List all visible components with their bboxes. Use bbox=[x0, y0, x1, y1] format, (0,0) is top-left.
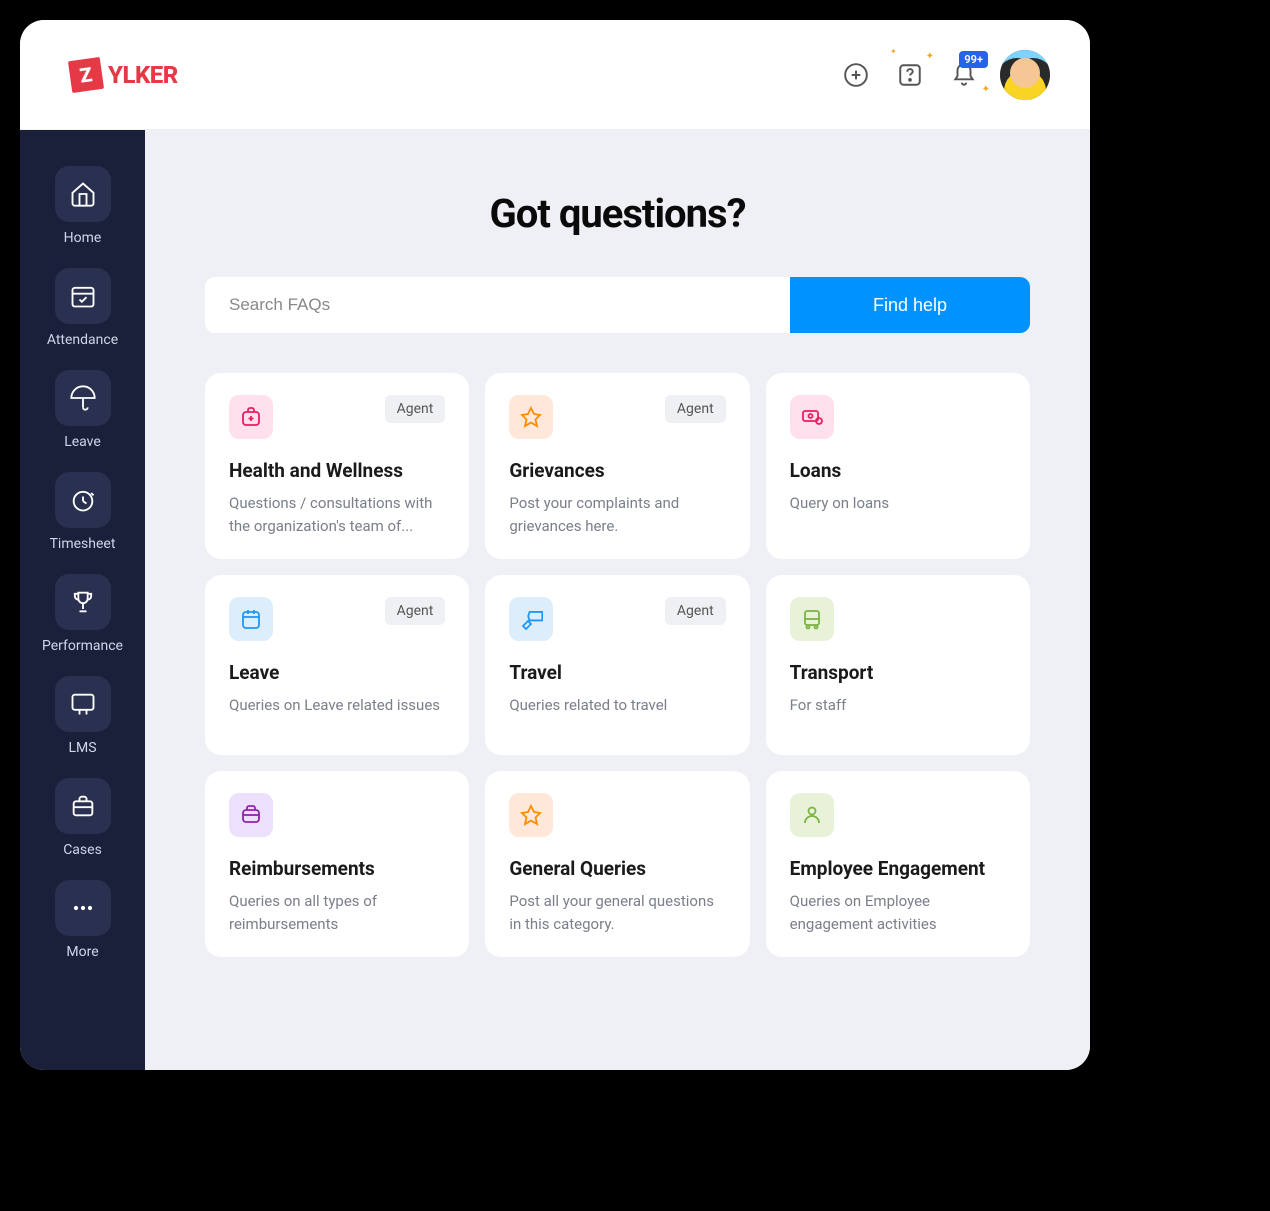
card-title: Employee Engagement bbox=[790, 857, 1006, 880]
header: Z YLKER 99+ bbox=[20, 20, 1090, 130]
sidebar-item-performance[interactable]: Performance bbox=[20, 568, 145, 660]
board-icon bbox=[55, 676, 111, 732]
person-icon bbox=[790, 793, 834, 837]
card-desc: Queries related to travel bbox=[509, 694, 725, 717]
sidebar-item-label: Home bbox=[64, 230, 102, 246]
card-title: Travel bbox=[509, 661, 725, 684]
card-reimbursements[interactable]: Reimbursements Queries on all types of r… bbox=[205, 771, 469, 957]
card-health-wellness[interactable]: Agent Health and Wellness Questions / co… bbox=[205, 373, 469, 559]
avatar[interactable] bbox=[1000, 50, 1050, 100]
search-bar: Find help bbox=[205, 277, 1030, 333]
clock-icon bbox=[55, 472, 111, 528]
calendar-check-icon bbox=[55, 268, 111, 324]
body: Home Attendance Leave Timesheet bbox=[20, 130, 1090, 1070]
money-icon bbox=[790, 395, 834, 439]
wallet-icon bbox=[229, 793, 273, 837]
card-desc: Questions / consultations with the organ… bbox=[229, 492, 445, 537]
briefcase-icon bbox=[55, 778, 111, 834]
card-title: Loans bbox=[790, 459, 1006, 482]
more-icon bbox=[55, 880, 111, 936]
card-desc: Queries on Employee engagement activitie… bbox=[790, 890, 1006, 935]
agent-tag: Agent bbox=[385, 597, 446, 625]
agent-tag: Agent bbox=[665, 395, 726, 423]
header-actions: 99+ bbox=[838, 50, 1050, 100]
card-desc: Post your complaints and grievances here… bbox=[509, 492, 725, 537]
trophy-icon bbox=[55, 574, 111, 630]
card-title: Transport bbox=[790, 661, 1006, 684]
card-title: General Queries bbox=[509, 857, 725, 880]
medkit-icon bbox=[229, 395, 273, 439]
sidebar-item-leave[interactable]: Leave bbox=[20, 364, 145, 456]
card-general-queries[interactable]: General Queries Post all your general qu… bbox=[485, 771, 749, 957]
find-help-button[interactable]: Find help bbox=[790, 277, 1030, 333]
card-transport[interactable]: Transport For staff bbox=[766, 575, 1030, 755]
sidebar-item-lms[interactable]: LMS bbox=[20, 670, 145, 762]
app-window: Z YLKER 99+ Home bbox=[20, 20, 1090, 1070]
sidebar-item-more[interactable]: More bbox=[20, 874, 145, 966]
sidebar-item-attendance[interactable]: Attendance bbox=[20, 262, 145, 354]
sidebar-item-timesheet[interactable]: Timesheet bbox=[20, 466, 145, 558]
card-desc: For staff bbox=[790, 694, 1006, 717]
card-desc: Post all your general questions in this … bbox=[509, 890, 725, 935]
card-desc: Queries on Leave related issues bbox=[229, 694, 445, 717]
bus-icon bbox=[790, 597, 834, 641]
star-icon bbox=[509, 395, 553, 439]
home-icon bbox=[55, 166, 111, 222]
agent-tag: Agent bbox=[385, 395, 446, 423]
add-button[interactable] bbox=[838, 57, 874, 93]
card-title: Leave bbox=[229, 661, 445, 684]
search-input[interactable] bbox=[205, 277, 790, 333]
umbrella-icon bbox=[55, 370, 111, 426]
card-employee-engagement[interactable]: Employee Engagement Queries on Employee … bbox=[766, 771, 1030, 957]
card-grid: Agent Health and Wellness Questions / co… bbox=[205, 373, 1030, 957]
page-title: Got questions? bbox=[205, 190, 1030, 237]
sidebar-item-cases[interactable]: Cases bbox=[20, 772, 145, 864]
sidebar-item-label: LMS bbox=[68, 740, 96, 756]
plus-circle-icon bbox=[843, 62, 869, 88]
card-title: Reimbursements bbox=[229, 857, 445, 880]
calendar-icon bbox=[229, 597, 273, 641]
logo[interactable]: Z YLKER bbox=[70, 59, 178, 91]
agent-tag: Agent bbox=[665, 597, 726, 625]
sidebar-item-label: Timesheet bbox=[50, 536, 116, 552]
logo-mark: Z bbox=[68, 56, 104, 92]
logo-text: YLKER bbox=[108, 61, 178, 89]
help-icon bbox=[897, 62, 923, 88]
notification-badge: 99+ bbox=[959, 51, 988, 68]
card-travel[interactable]: Agent Travel Queries related to travel bbox=[485, 575, 749, 755]
sidebar: Home Attendance Leave Timesheet bbox=[20, 130, 145, 1070]
card-grievances[interactable]: Agent Grievances Post your complaints an… bbox=[485, 373, 749, 559]
sidebar-item-label: Leave bbox=[64, 434, 101, 450]
notification-button[interactable]: 99+ bbox=[946, 57, 982, 93]
sidebar-item-label: Cases bbox=[63, 842, 102, 858]
card-loans[interactable]: Loans Query on loans bbox=[766, 373, 1030, 559]
card-leave[interactable]: Agent Leave Queries on Leave related iss… bbox=[205, 575, 469, 755]
plane-icon bbox=[509, 597, 553, 641]
star-icon bbox=[509, 793, 553, 837]
main-content: Got questions? Find help Agent Health an… bbox=[145, 130, 1090, 1070]
sidebar-item-label: More bbox=[66, 944, 98, 960]
card-title: Grievances bbox=[509, 459, 725, 482]
sidebar-item-home[interactable]: Home bbox=[20, 160, 145, 252]
card-desc: Queries on all types of reimbursements bbox=[229, 890, 445, 935]
card-desc: Query on loans bbox=[790, 492, 1006, 515]
help-button[interactable] bbox=[892, 57, 928, 93]
sidebar-item-label: Performance bbox=[42, 638, 123, 654]
card-title: Health and Wellness bbox=[229, 459, 445, 482]
sidebar-item-label: Attendance bbox=[47, 332, 118, 348]
